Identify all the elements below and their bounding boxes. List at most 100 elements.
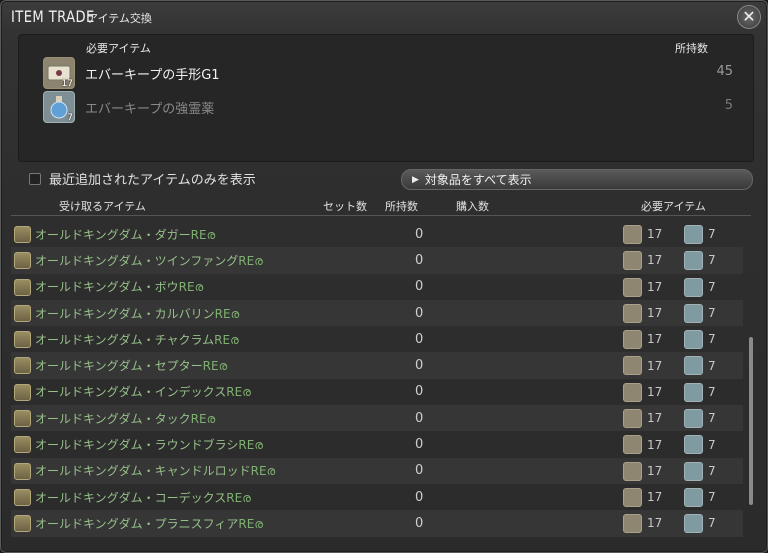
item-name-suffix: RE <box>178 280 195 295</box>
potion-icon[interactable] <box>684 225 703 244</box>
item-name: オールドキングダム・コーデックスREര <box>35 489 251 506</box>
list-item[interactable]: オールドキングダム・インデックスREര 0 17 7 <box>11 379 743 405</box>
list-item[interactable]: オールドキングダム・ラウンドブラシREര 0 17 7 <box>11 431 743 457</box>
potion-icon[interactable] <box>684 382 703 402</box>
bow-icon <box>14 278 31 296</box>
token-icon[interactable] <box>623 356 642 376</box>
list-item[interactable]: オールドキングダム・ボウREര 0 17 7 <box>11 274 743 300</box>
item-name: オールドキングダム・ツインファングREര <box>35 252 263 269</box>
item-name-text: オールドキングダム・キャンドルロッド <box>35 464 251 479</box>
potion-icon[interactable] <box>684 303 703 323</box>
potion-badge: 7 <box>67 113 73 123</box>
hq-swirl-icon: ര <box>218 359 228 374</box>
item-owned: 0 <box>415 305 424 321</box>
mat-a-qty: 17 <box>647 490 663 505</box>
potion-icon[interactable] <box>684 435 703 455</box>
hq-swirl-icon: ര <box>230 332 239 347</box>
token-icon[interactable] <box>623 382 642 402</box>
token-icon[interactable] <box>623 461 642 481</box>
potion-icon[interactable]: 7 <box>43 91 75 123</box>
col-receive-item: 受け取るアイテム <box>59 200 146 213</box>
item-name: オールドキングダム・プラニスフィアREര <box>35 515 263 532</box>
mat-b-qty: 7 <box>708 253 716 268</box>
list-item[interactable]: オールドキングダム・プラニスフィアREര 0 17 7 <box>11 510 743 537</box>
close-button[interactable]: ✕ <box>737 5 761 29</box>
gun-icon <box>14 304 31 322</box>
potion-icon[interactable] <box>684 487 703 507</box>
potion-icon[interactable] <box>684 514 703 534</box>
required-items-panel: 必要アイテム 所持数 17 エバーキープの手形G1 45 7 エバーキープの強霊… <box>18 34 754 162</box>
mat-b-qty: 7 <box>708 411 716 426</box>
item-name-suffix: RE <box>226 490 243 505</box>
token-icon[interactable] <box>623 251 642 271</box>
item-name: オールドキングダム・カルバリンREര <box>35 305 239 322</box>
item-name: オールドキングダム・インデックスREര <box>35 383 251 400</box>
list-item[interactable]: オールドキングダム・ダガーREര 0 17 7 <box>11 221 743 247</box>
list-item[interactable]: オールドキングダム・コーデックスREര 0 17 7 <box>11 484 743 510</box>
scrollbar[interactable] <box>749 337 753 505</box>
item-name: オールドキングダム・セプターREര <box>35 357 227 374</box>
token-icon[interactable] <box>623 277 642 297</box>
mat-b-qty: 7 <box>708 358 716 373</box>
item-name-suffix: RE <box>250 464 267 479</box>
twinfang-icon <box>14 252 31 270</box>
brush-icon <box>14 436 31 454</box>
item-owned: 0 <box>415 515 424 531</box>
item-name-suffix: RE <box>226 385 243 400</box>
item-name: オールドキングダム・ボウREര <box>35 278 203 295</box>
mat-a-qty: 17 <box>647 279 663 294</box>
token-icon[interactable] <box>623 435 642 455</box>
list-item[interactable]: オールドキングダム・タックREര 0 17 7 <box>11 405 743 432</box>
recent-filter[interactable]: 最近追加されたアイテムのみを表示 <box>29 169 256 188</box>
token-icon[interactable] <box>623 514 642 534</box>
potion-icon[interactable] <box>684 330 703 350</box>
list-item[interactable]: オールドキングダム・セプターREര 0 17 7 <box>11 352 743 379</box>
item-name-suffix: RE <box>238 253 255 268</box>
required-item-row[interactable]: 17 エバーキープの手形G1 45 <box>43 57 733 89</box>
chakram-icon <box>14 331 31 349</box>
mat-a-qty: 17 <box>647 253 663 268</box>
list-item[interactable]: オールドキングダム・カルバリンREര 0 17 7 <box>11 299 743 327</box>
token-icon[interactable] <box>623 487 642 507</box>
required-item-row[interactable]: 7 エバーキープの強霊薬 5 <box>43 91 733 123</box>
mat-b-qty: 7 <box>708 227 716 242</box>
show-all-button[interactable]: ▶ 対象品をすべて表示 <box>401 169 753 190</box>
hq-swirl-icon: ര <box>194 280 204 295</box>
item-name-text: オールドキングダム・ツインファング <box>35 253 239 268</box>
list-item[interactable]: オールドキングダム・ツインファングREര 0 17 7 <box>11 247 743 274</box>
token-icon[interactable] <box>623 409 642 429</box>
mat-a-qty: 17 <box>647 516 663 531</box>
item-owned: 0 <box>415 463 424 479</box>
item-name-text: オールドキングダム・ボウ <box>35 280 179 295</box>
potion-icon[interactable] <box>684 356 703 376</box>
item-name: オールドキングダム・ダガーREര <box>35 226 215 243</box>
mat-b-qty: 7 <box>708 516 716 531</box>
item-name-text: オールドキングダム・プラニスフィア <box>35 516 239 531</box>
token-icon[interactable] <box>623 225 642 244</box>
list-item[interactable]: オールドキングダム・チャクラムREര 0 17 7 <box>11 326 743 352</box>
token-icon[interactable]: 17 <box>43 57 75 89</box>
recent-filter-label: 最近追加されたアイテムのみを表示 <box>49 173 256 188</box>
hq-swirl-icon: ര <box>206 227 216 242</box>
hq-swirl-icon: ര <box>254 253 263 268</box>
mat-a-qty: 17 <box>647 306 663 321</box>
token-icon[interactable] <box>623 303 642 323</box>
item-owned: 0 <box>415 358 424 374</box>
list-item[interactable]: オールドキングダム・キャンドルロッドREര 0 17 7 <box>11 457 743 484</box>
recent-filter-checkbox[interactable] <box>29 172 41 185</box>
item-name-text: オールドキングダム・タック <box>35 411 191 426</box>
potion-icon[interactable] <box>684 251 703 271</box>
item-name-suffix: RE <box>190 411 207 426</box>
mat-a-qty: 17 <box>647 358 663 373</box>
mat-b-qty: 7 <box>708 332 716 347</box>
mat-b-qty: 7 <box>708 306 716 321</box>
titlebar: ITEM TRADE アイテム交換 <box>11 7 152 31</box>
potion-icon[interactable] <box>684 277 703 297</box>
potion-icon[interactable] <box>684 409 703 429</box>
trade-list: オールドキングダム・ダガーREര 0 17 7 オールドキングダム・ツインファン… <box>11 221 743 537</box>
token-icon[interactable] <box>623 330 642 350</box>
item-name-text: オールドキングダム・コーデックス <box>35 490 227 505</box>
item-name-text: オールドキングダム・セプター <box>35 359 203 374</box>
dagger-icon <box>14 226 31 243</box>
potion-icon[interactable] <box>684 461 703 481</box>
